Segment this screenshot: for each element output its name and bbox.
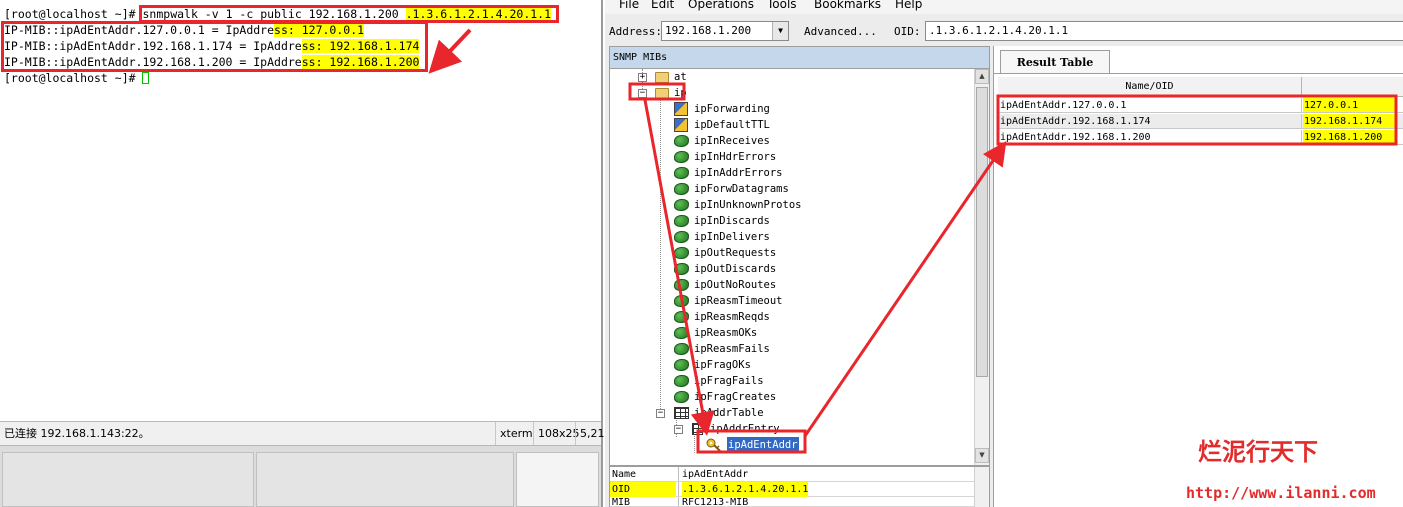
table-row[interactable]: ipAdEntAddr.192.168.1.174 192.168.1.174	[998, 114, 1403, 129]
menu-tools[interactable]: Tools	[767, 0, 797, 11]
terminal-command: snmpwalk -v 1 -c public 192.168.1.200	[142, 7, 399, 21]
writable-object-icon	[674, 102, 688, 116]
scroll-up-icon[interactable]: ▲	[975, 69, 989, 84]
terminal-prompt-line: [root@localhost ~]#	[4, 70, 149, 86]
leaf-icon	[674, 231, 689, 243]
chevron-down-icon[interactable]: ▼	[772, 22, 788, 40]
tab-underline	[994, 73, 1403, 74]
mib-tree[interactable]: + at − ip ipForwarding ipDefaultTTL ipIn…	[610, 69, 973, 465]
terminal-status-bar: 已连接 192.168.1.143:22。 xterm 108x25 5,21	[0, 421, 605, 446]
status-connection: 已连接 192.168.1.143:22。	[4, 427, 150, 440]
leaf-icon	[674, 151, 689, 163]
mib-browser-window: File Edit Operations Tools Bookmarks Hel…	[605, 0, 1403, 507]
expand-icon[interactable]: +	[638, 73, 647, 82]
selected-node-label: ipAdEntAddr	[727, 437, 799, 453]
leaf-icon	[674, 391, 689, 403]
taskbar-panel	[256, 452, 514, 507]
menu-edit[interactable]: Edit	[651, 0, 674, 11]
address-value: 192.168.1.200	[665, 24, 752, 37]
terminal-result-line: IP-MIB::ipAdEntAddr.127.0.0.1 = IpAddres…	[4, 23, 365, 37]
tab-result-table[interactable]: Result Table	[1000, 50, 1110, 74]
toolbar: Address: 192.168.1.200 ▼ Advanced... OID…	[605, 17, 1403, 45]
terminal-prompt: [root@localhost ~]#	[4, 7, 136, 21]
leaf-icon	[674, 311, 689, 323]
oid-input[interactable]: .1.3.6.1.2.1.4.20.1.1	[925, 21, 1403, 41]
terminal-result-line: IP-MIB::ipAdEntAddr.192.168.1.200 = IpAd…	[4, 55, 420, 69]
collapse-icon[interactable]: −	[656, 409, 665, 418]
table-row[interactable]: ipAdEntAddr.192.168.1.200 192.168.1.200	[998, 130, 1403, 145]
scroll-thumb[interactable]	[976, 87, 988, 377]
menu-bookmarks[interactable]: Bookmarks	[814, 0, 881, 11]
watermark: 烂泥行天下 http://www.ilanni.com	[1180, 432, 1400, 504]
folder-open-icon	[655, 88, 669, 99]
key-icon	[706, 438, 721, 452]
taskbar-panel	[2, 452, 254, 507]
leaf-icon	[674, 183, 689, 195]
terminal-result-line: IP-MIB::ipAdEntAddr.192.168.1.174 = IpAd…	[4, 39, 420, 53]
props-scrollbar[interactable]	[974, 467, 989, 507]
address-label: Address:	[609, 25, 662, 38]
terminal-window: [root@localhost ~]# snmpwalk -v 1 -c pub…	[0, 0, 605, 507]
table-icon	[674, 407, 689, 419]
prop-row-name: Name ipAdEntAddr	[610, 467, 974, 482]
folder-icon	[655, 72, 669, 83]
terminal-output[interactable]: [root@localhost ~]# snmpwalk -v 1 -c pub…	[0, 0, 601, 421]
collapse-icon[interactable]: −	[674, 425, 683, 434]
column-header-name-oid[interactable]: Name/OID	[998, 77, 1302, 97]
status-term-type: xterm	[495, 422, 537, 445]
leaf-icon	[674, 135, 689, 147]
leaf-icon	[674, 199, 689, 211]
leaf-icon	[674, 263, 689, 275]
leaf-icon	[674, 327, 689, 339]
menu-help[interactable]: Help	[895, 0, 922, 11]
entry-icon	[692, 423, 703, 435]
address-combobox[interactable]: 192.168.1.200 ▼	[661, 21, 789, 41]
mib-tree-title: SNMP MIBs	[610, 47, 989, 69]
watermark-title: 烂泥行天下	[1198, 437, 1318, 466]
mib-tree-panel: SNMP MIBs + at − ip ipForwarding ipDefau…	[609, 46, 990, 466]
prop-row-oid: OID .1.3.6.1.2.1.4.20.1.1	[610, 482, 974, 497]
terminal-command-oid: .1.3.6.1.2.1.4.20.1.1	[405, 7, 552, 21]
tree-connector	[694, 433, 695, 453]
leaf-icon	[674, 167, 689, 179]
watermark-url: http://www.ilanni.com	[1186, 484, 1376, 502]
advanced-button[interactable]: Advanced...	[804, 25, 877, 38]
prop-row-mib: MIB RFC1213-MIB	[610, 497, 974, 507]
terminal-cursor	[141, 72, 149, 84]
result-table-header: Name/OID	[998, 77, 1403, 97]
status-cursor-pos: 5,21	[575, 422, 609, 445]
leaf-icon	[674, 359, 689, 371]
collapse-icon[interactable]: −	[638, 89, 647, 98]
menu-operations[interactable]: Operations	[688, 0, 754, 11]
leaf-icon	[674, 279, 689, 291]
leaf-icon	[674, 343, 689, 355]
writable-object-icon	[674, 118, 688, 132]
menu-file[interactable]: File	[619, 0, 639, 11]
menu-bar: File Edit Operations Tools Bookmarks Hel…	[605, 0, 1403, 14]
tree-scrollbar[interactable]: ▲ ▼	[974, 69, 989, 465]
taskbar-panel	[516, 452, 599, 507]
taskbar-area	[0, 446, 601, 507]
leaf-icon	[674, 295, 689, 307]
scroll-down-icon[interactable]: ▼	[975, 448, 989, 463]
leaf-icon	[674, 215, 689, 227]
tree-connector	[660, 99, 661, 415]
leaf-icon	[674, 247, 689, 259]
mib-properties-panel: Name ipAdEntAddr OID .1.3.6.1.2.1.4.20.1…	[609, 466, 990, 507]
table-row[interactable]: ipAdEntAddr.127.0.0.1 127.0.0.1	[998, 98, 1403, 113]
terminal-command-line: [root@localhost ~]# snmpwalk -v 1 -c pub…	[4, 6, 552, 22]
oid-label: OID:	[894, 25, 921, 38]
leaf-icon	[674, 375, 689, 387]
